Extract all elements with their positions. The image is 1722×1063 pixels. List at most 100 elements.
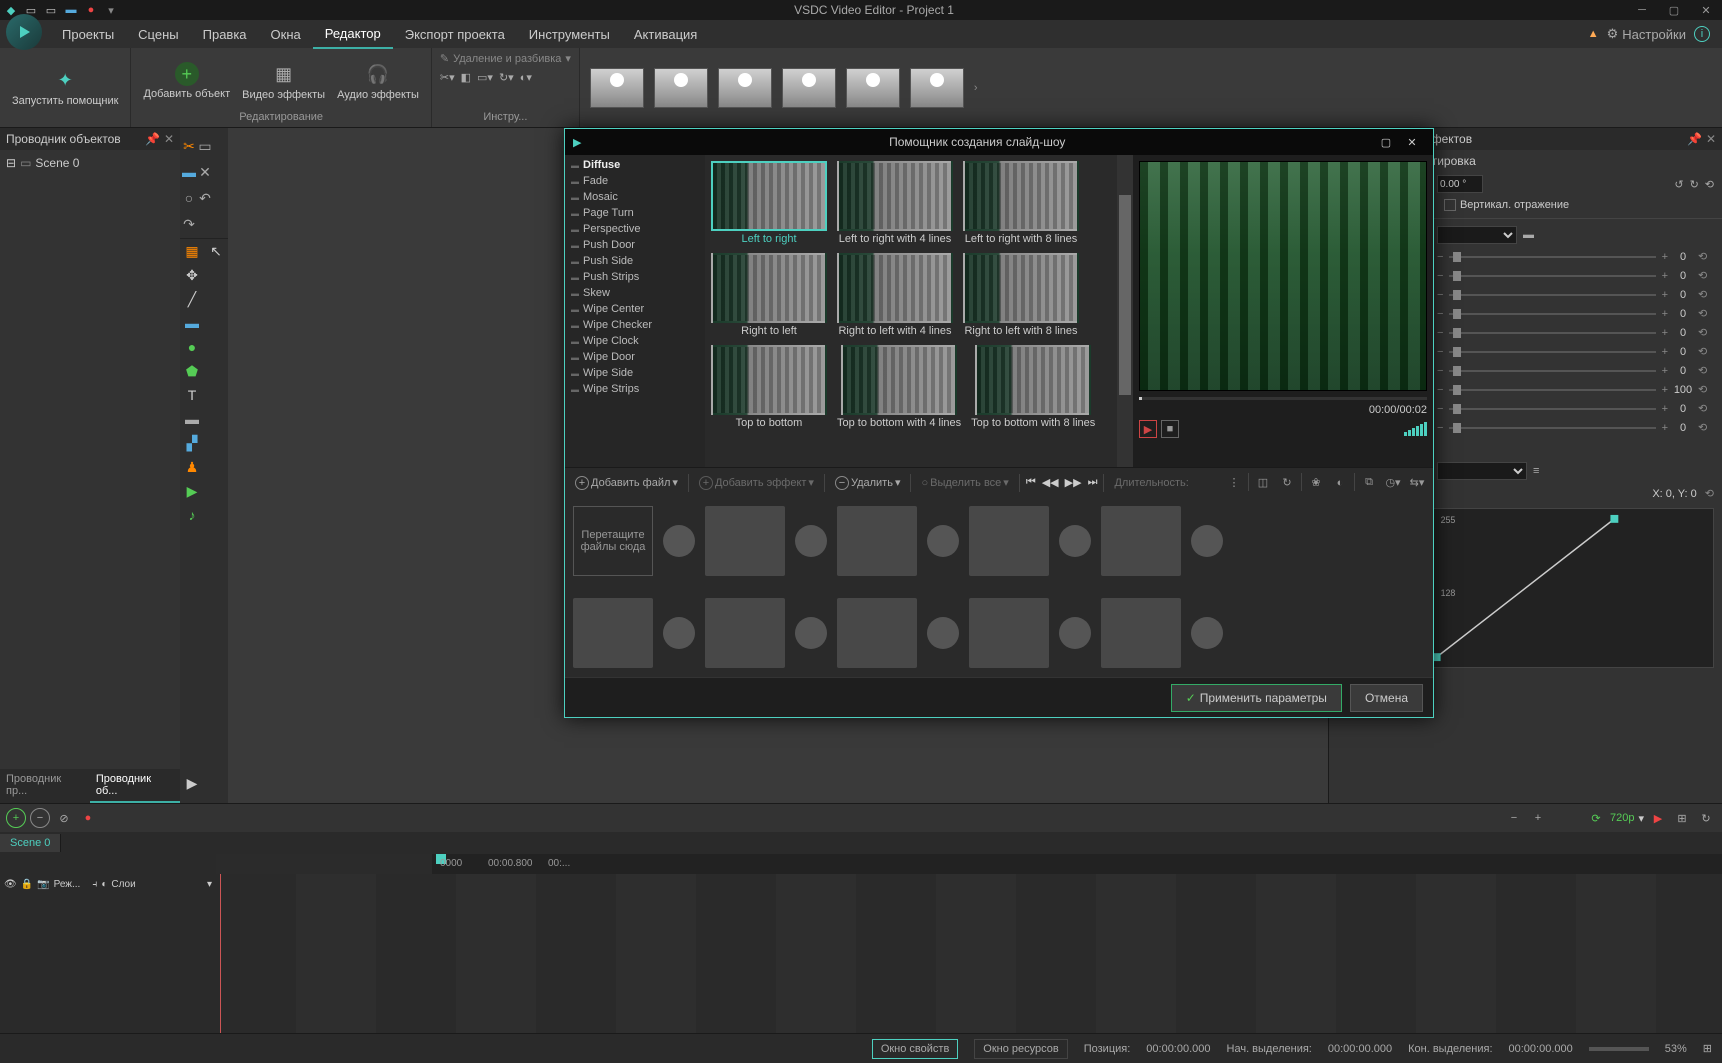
palette-icon[interactable]: ▦ — [180, 239, 204, 263]
saturation-slider[interactable] — [1449, 389, 1655, 391]
rotate2-icon[interactable]: ↻ — [1277, 473, 1297, 493]
scene-thumb[interactable] — [654, 68, 708, 108]
scene-thumb[interactable] — [910, 68, 964, 108]
drop-hint[interactable]: Перетащите файлы сюда — [573, 506, 653, 576]
help-icon[interactable]: i — [1694, 26, 1710, 42]
copy-icon[interactable]: ▭ — [198, 134, 212, 158]
tl-remove-icon[interactable]: − — [30, 808, 50, 828]
tab-properties[interactable]: Окно свойств — [872, 1039, 958, 1059]
slider-dec-icon[interactable]: − — [1437, 365, 1443, 377]
gamma-slider[interactable] — [1449, 294, 1655, 296]
variant-item[interactable]: Top to bottom with 8 lines — [971, 345, 1095, 429]
launch-wizard-button[interactable]: ✦ Запустить помощник — [8, 65, 122, 109]
del-icon[interactable]: ✕ — [198, 160, 212, 184]
audio-icon[interactable]: ♪ — [180, 503, 204, 527]
templates-select[interactable] — [1437, 462, 1527, 480]
crop-icon[interactable]: ◧ — [461, 71, 471, 84]
file-slot[interactable] — [705, 598, 785, 668]
move-icon[interactable]: ✥ — [180, 263, 204, 287]
slider-dec-icon[interactable]: − — [1437, 403, 1443, 415]
red-slider[interactable] — [1449, 313, 1655, 315]
reset-icon[interactable]: ⟲ — [1705, 178, 1714, 191]
copy2-icon[interactable]: ⧉ — [1359, 473, 1379, 493]
reset-icon[interactable]: ⟲ — [1698, 345, 1714, 358]
tl-rec-icon[interactable]: ● — [78, 808, 98, 828]
angle-input[interactable] — [1437, 175, 1483, 193]
reset-icon[interactable]: ⟲ — [1698, 326, 1714, 339]
redo2-icon[interactable]: ↷ — [182, 212, 196, 236]
browse-icon[interactable]: ▬ — [1523, 229, 1534, 241]
preview-progress[interactable] — [1139, 397, 1427, 400]
timeline-ruler[interactable]: 0000 00:00.800 00:... — [432, 854, 1722, 874]
sharpness-slider[interactable] — [1449, 408, 1655, 410]
variant-item[interactable]: Right to left with 4 lines — [837, 253, 953, 337]
effect-slot[interactable] — [1191, 617, 1223, 649]
delete-split-button[interactable]: ✎ Удаление и разбивка ▾ — [440, 52, 571, 65]
save-icon[interactable]: ▬ — [64, 3, 78, 17]
effect-slot[interactable] — [795, 525, 827, 557]
rotate-icon[interactable]: ↻▾ — [499, 71, 514, 84]
reset-icon[interactable]: ⟲ — [1698, 250, 1714, 263]
effect-item[interactable]: Wipe Side — [565, 365, 705, 381]
effect-slot[interactable] — [1191, 525, 1223, 557]
scene-node[interactable]: ⊟ ▭ Scene 0 — [6, 156, 174, 170]
warning-icon[interactable]: ▲ — [1588, 28, 1599, 40]
tl-res[interactable]: 720p — [1610, 812, 1634, 824]
green-slider[interactable] — [1449, 332, 1655, 334]
effect-item[interactable]: Diffuse — [565, 157, 705, 173]
ratio-icon[interactable]: ▭▾ — [477, 71, 493, 84]
slider-dec-icon[interactable]: − — [1437, 270, 1443, 282]
rect-icon[interactable]: ▬ — [180, 311, 204, 335]
menu-tools[interactable]: Инструменты — [517, 21, 622, 48]
file-slot[interactable] — [837, 598, 917, 668]
lock-icon[interactable]: 🔒 — [21, 879, 33, 890]
close-icon[interactable]: ✕ — [1706, 132, 1716, 146]
select-all-button[interactable]: ○Выделить все▾ — [917, 474, 1012, 491]
preview-stop-icon[interactable]: ■ — [1161, 420, 1179, 438]
blue-slider[interactable] — [1449, 351, 1655, 353]
prev-icon[interactable]: ◀◀ — [1042, 476, 1059, 489]
effect-item[interactable]: Page Turn — [565, 205, 705, 221]
scene-thumb[interactable] — [846, 68, 900, 108]
pin-icon[interactable]: 📌 — [145, 132, 160, 146]
variant-item[interactable]: Left to right — [711, 161, 827, 245]
timer-icon[interactable]: ◷▾ — [1383, 473, 1403, 493]
slider-dec-icon[interactable]: − — [1437, 308, 1443, 320]
tl-refresh-icon[interactable]: ⟳ — [1586, 808, 1606, 828]
effect-slot[interactable] — [663, 525, 695, 557]
reset-icon[interactable]: ⟲ — [1698, 307, 1714, 320]
opt-icon[interactable]: ⋮ — [1224, 473, 1244, 493]
doc2-icon[interactable]: ▭ — [44, 3, 58, 17]
menu-windows[interactable]: Окна — [259, 21, 313, 48]
variant-item[interactable]: Right to left — [711, 253, 827, 337]
next-icon[interactable]: ▶▶ — [1065, 476, 1082, 489]
effect-item[interactable]: Skew — [565, 285, 705, 301]
maximize-icon[interactable]: ▢ — [1662, 4, 1686, 17]
crop2-icon[interactable]: ◫ — [1253, 473, 1273, 493]
pointer-icon[interactable]: ↖ — [204, 239, 228, 263]
effect-item[interactable]: Push Side — [565, 253, 705, 269]
effect-item[interactable]: Push Door — [565, 237, 705, 253]
video-icon[interactable]: ▶ — [180, 479, 204, 503]
delete-button[interactable]: −Удалить▾ — [831, 474, 905, 492]
reset-icon[interactable]: ⟲ — [1698, 288, 1714, 301]
cut-icon[interactable]: ✂▾ — [440, 71, 455, 84]
effect-slot[interactable] — [663, 617, 695, 649]
rotate-ccw-icon[interactable]: ↺ — [1674, 178, 1683, 191]
tab-resources[interactable]: Окно ресурсов — [974, 1039, 1067, 1059]
file-slot[interactable] — [837, 506, 917, 576]
slider-dec-icon[interactable]: − — [1437, 346, 1443, 358]
reset-icon[interactable]: ⟲ — [1698, 383, 1714, 396]
add-file-button[interactable]: +Добавить файл▾ — [571, 474, 682, 492]
effect-item[interactable]: Wipe Door — [565, 349, 705, 365]
scene-thumb[interactable] — [718, 68, 772, 108]
tl-lock-icon[interactable]: ⊘ — [54, 808, 74, 828]
scene-thumb[interactable] — [782, 68, 836, 108]
effect-item[interactable]: Wipe Strips — [565, 381, 705, 397]
effect-item[interactable]: Wipe Checker — [565, 317, 705, 333]
cancel-button[interactable]: Отмена — [1350, 684, 1423, 712]
tl-zoomout-icon[interactable]: − — [1504, 808, 1524, 828]
rotate-cw-icon[interactable]: ↻ — [1690, 178, 1699, 191]
timeline-grid[interactable] — [216, 874, 1722, 1033]
fx3-icon[interactable]: ◐ — [1330, 473, 1350, 493]
